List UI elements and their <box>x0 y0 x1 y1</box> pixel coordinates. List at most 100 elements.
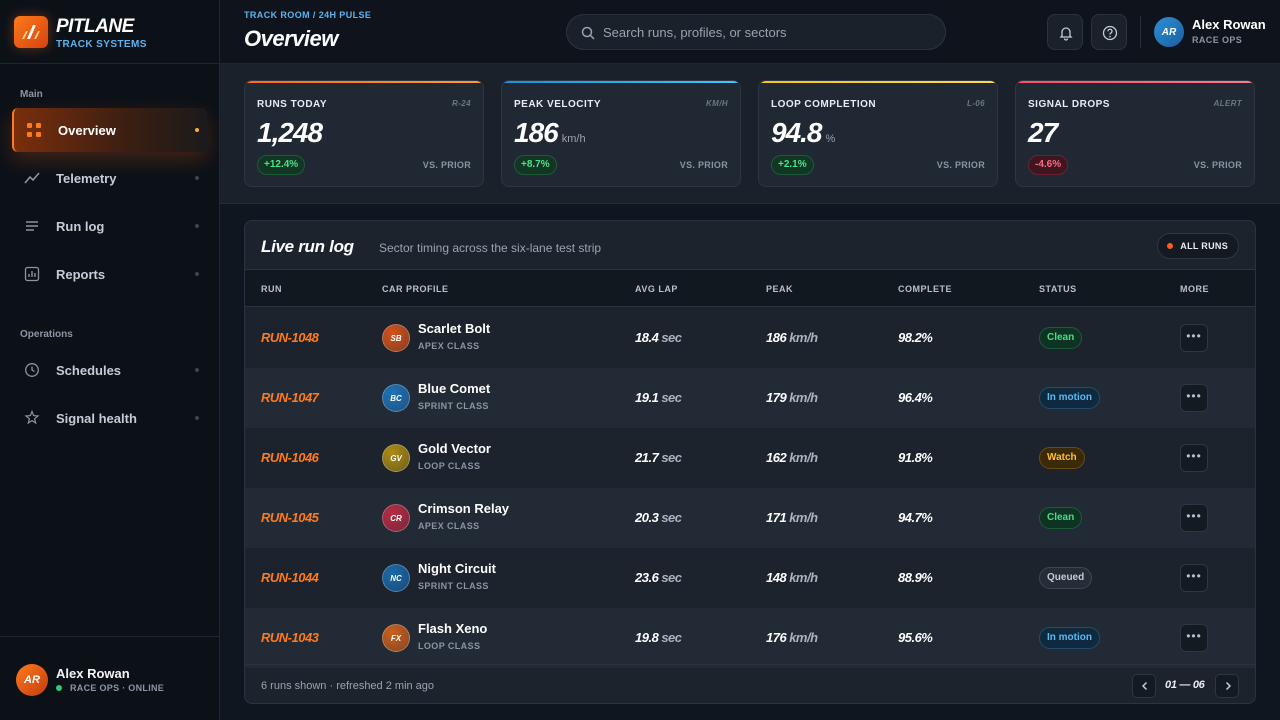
sidebar-item-label: Reports <box>56 267 106 282</box>
run-log-panel: Live run log Sector timing across the si… <box>244 220 1256 704</box>
table-row[interactable]: RUN-1048 SB Scarlet Bolt APEX CLASS 18.4 sec 1… <box>245 308 1255 368</box>
car-class: APEX CLASS <box>418 521 480 531</box>
run-id-link[interactable]: RUN-1044 <box>261 570 319 585</box>
header-divider <box>1140 16 1141 48</box>
avg-lap-value: 20.3 sec <box>635 510 682 525</box>
stat-card-peak-velocity[interactable]: PEAK VELOCITY KM/H 186 km/h +8.7% VS. PRI… <box>501 80 741 187</box>
stat-compare: VS. PRIOR <box>422 160 471 170</box>
avg-lap-value: 23.6 sec <box>635 570 682 585</box>
complete-value: 98.2% <box>898 330 933 345</box>
table-header: RUN CAR PROFILE AVG LAP PEAK COMPLETE ST… <box>245 269 1255 307</box>
list-icon <box>26 221 38 231</box>
stat-card-signal-drops[interactable]: SIGNAL DROPS ALERT 27 -4.6% VS. PRIOR <box>1015 80 1255 187</box>
sidebar-user[interactable]: AR Alex Rowan RACE OPS · ONLINE <box>0 636 219 720</box>
more-options-button[interactable]: ••• <box>1180 324 1208 352</box>
run-id-link[interactable]: RUN-1046 <box>261 450 319 465</box>
panel-title: Live run log <box>261 237 354 256</box>
car-avatar: CR <box>382 504 410 532</box>
car-class: LOOP CLASS <box>418 461 481 471</box>
sidebar-item-schedules[interactable]: Schedules <box>12 348 207 392</box>
search-bar[interactable] <box>566 14 946 50</box>
column-header-run[interactable]: RUN <box>261 284 282 294</box>
top-header: TRACK ROOM / 24H PULSE Overview AR Alex … <box>220 0 1280 64</box>
column-header-more: MORE <box>1180 284 1209 294</box>
table-row[interactable]: RUN-1044 NC Night Circuit SPRINT CLASS 23.6 s… <box>245 548 1255 608</box>
stat-tag: ALERT <box>1213 99 1242 108</box>
page-range: 01 — 06 <box>1165 679 1205 691</box>
status-badge: Queued <box>1039 567 1093 589</box>
status-badge: Clean <box>1039 507 1083 529</box>
nav-dot <box>195 368 199 372</box>
footer-summary: 6 runs shown · refreshed 2 min ago <box>261 680 435 692</box>
peak-value: 176 km/h <box>766 630 818 645</box>
sidebar-item-label: Run log <box>56 219 105 234</box>
car-class: SPRINT CLASS <box>418 401 489 411</box>
column-header-avg-lap[interactable]: AVG LAP <box>635 284 678 294</box>
column-header-peak[interactable]: PEAK <box>766 284 793 294</box>
stats-strip: RUNS TODAY R-24 1,248 +12.4% VS. PRIOR P… <box>220 64 1280 204</box>
more-options-button[interactable]: ••• <box>1180 444 1208 472</box>
car-class: APEX CLASS <box>418 341 480 351</box>
sidebar-item-telemetry[interactable]: Telemetry <box>12 156 207 200</box>
breadcrumb[interactable]: TRACK ROOM / 24H PULSE <box>244 10 371 20</box>
more-options-button[interactable]: ••• <box>1180 564 1208 592</box>
column-header-status[interactable]: STATUS <box>1039 284 1077 294</box>
more-options-button[interactable]: ••• <box>1180 384 1208 412</box>
sidebar-item-run-log[interactable]: Run log <box>12 204 207 248</box>
card-accent <box>245 81 483 83</box>
search-input[interactable] <box>603 15 933 49</box>
next-page-button[interactable] <box>1215 674 1239 698</box>
car-class: LOOP CLASS <box>418 641 481 651</box>
sidebar-item-label: Schedules <box>56 363 122 378</box>
complete-value: 96.4% <box>898 390 933 405</box>
table-row[interactable]: RUN-1045 CR Crimson Relay APEX CLASS 20.3 sec… <box>245 488 1255 548</box>
sidebar-item-signal-health[interactable]: Signal health <box>12 396 207 440</box>
stat-label: PEAK VELOCITY <box>514 99 602 110</box>
help-button[interactable] <box>1091 14 1127 50</box>
panel-subtitle: Sector timing across the six-lane test s… <box>379 241 602 255</box>
notifications-button[interactable] <box>1047 14 1083 50</box>
avg-lap-value: 19.8 sec <box>635 630 682 645</box>
column-header-complete[interactable]: COMPLETE <box>898 284 952 294</box>
sidebar-item-overview[interactable]: Overview <box>12 108 207 152</box>
sidebar: PITLANE TRACK SYSTEMS Main Overview Tele… <box>0 0 220 720</box>
stat-card-loop-completion[interactable]: LOOP COMPLETION L-06 94.8% +2.1% VS. PRI… <box>758 80 998 187</box>
avatar: AR <box>16 664 48 696</box>
run-id-link[interactable]: RUN-1043 <box>261 630 319 645</box>
table-row[interactable]: RUN-1046 GV Gold Vector LOOP CLASS 21.7 sec 16… <box>245 428 1255 488</box>
more-options-button[interactable]: ••• <box>1180 504 1208 532</box>
prev-page-button[interactable] <box>1132 674 1156 698</box>
car-name: Blue Comet <box>418 381 491 396</box>
peak-value: 179 km/h <box>766 390 818 405</box>
avg-lap-value: 19.1 sec <box>635 390 682 405</box>
nav-section-operations: Operations <box>20 329 73 340</box>
car-avatar: NC <box>382 564 410 592</box>
table-row[interactable]: RUN-1043 FX Flash Xeno LOOP CLASS 19.8 sec 176… <box>245 608 1255 668</box>
run-id-link[interactable]: RUN-1048 <box>261 330 319 345</box>
stat-delta: +8.7% <box>514 155 557 175</box>
stat-card-runs-today[interactable]: RUNS TODAY R-24 1,248 +12.4% VS. PRIOR <box>244 80 484 187</box>
run-id-link[interactable]: RUN-1045 <box>261 510 319 525</box>
all-runs-filter-button[interactable]: ALL RUNS <box>1157 233 1239 259</box>
more-options-button[interactable]: ••• <box>1180 624 1208 652</box>
peak-value: 148 km/h <box>766 570 818 585</box>
car-name: Flash Xeno <box>418 621 488 636</box>
card-accent <box>502 81 740 83</box>
sidebar-item-reports[interactable]: Reports <box>12 252 207 296</box>
column-header-car-profile[interactable]: CAR PROFILE <box>382 284 449 294</box>
stat-label: SIGNAL DROPS <box>1028 99 1110 110</box>
brand-logo-icon <box>14 16 48 48</box>
table-footer: 6 runs shown · refreshed 2 min ago 01 — … <box>245 664 1255 703</box>
grid-icon <box>27 123 41 137</box>
stat-value: 186 km/h <box>514 117 586 148</box>
run-id-link[interactable]: RUN-1047 <box>261 390 319 405</box>
car-avatar: SB <box>382 324 410 352</box>
brand-subtitle: TRACK SYSTEMS <box>56 39 147 50</box>
peak-value: 186 km/h <box>766 330 818 345</box>
signal-icon <box>24 410 40 425</box>
peak-value: 162 km/h <box>766 450 818 465</box>
nav-dot <box>195 224 199 228</box>
brand-name: PITLANE <box>56 16 134 37</box>
table-row[interactable]: RUN-1047 BC Blue Comet SPRINT CLASS 19.1 sec 1… <box>245 368 1255 428</box>
active-dot <box>195 128 199 132</box>
